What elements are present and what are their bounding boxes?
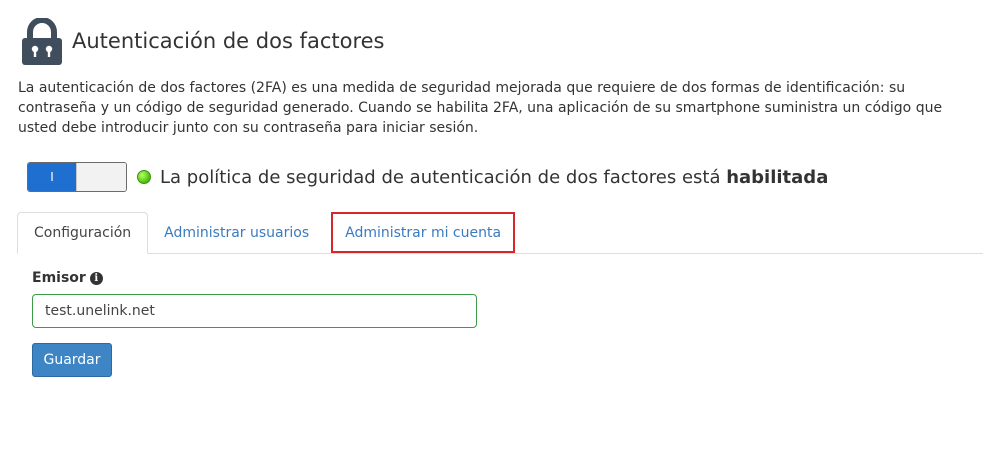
issuer-label: Emisor <box>32 270 86 286</box>
page-description: La autenticación de dos factores (2FA) e… <box>18 80 943 136</box>
tab-configuracion[interactable]: Configuración <box>17 212 149 254</box>
page-title: Autenticación de dos factores <box>72 29 385 53</box>
status-indicator-icon <box>137 170 151 184</box>
page-header: Autenticación de dos factores <box>20 18 384 66</box>
toggle-off-segment <box>76 163 126 191</box>
info-icon[interactable]: i <box>89 271 103 285</box>
tab-administrar-mi-cuenta[interactable]: Administrar mi cuenta <box>331 212 516 253</box>
toggle-on-segment: I <box>28 163 76 191</box>
policy-status-state: habilitada <box>726 166 829 188</box>
tab-bar: Configuración Administrar usuarios Admin… <box>17 212 983 254</box>
2fa-toggle[interactable]: I <box>27 162 127 192</box>
policy-status-row: I La política de seguridad de autenticac… <box>27 162 828 192</box>
tab-administrar-usuarios[interactable]: Administrar usuarios <box>148 212 325 253</box>
save-button[interactable]: Guardar <box>32 343 112 377</box>
lock-icon <box>22 18 62 65</box>
policy-status-text: La política de seguridad de autenticació… <box>160 166 829 188</box>
issuer-label-row: Emisor i <box>32 270 103 286</box>
issuer-input[interactable] <box>32 294 477 328</box>
